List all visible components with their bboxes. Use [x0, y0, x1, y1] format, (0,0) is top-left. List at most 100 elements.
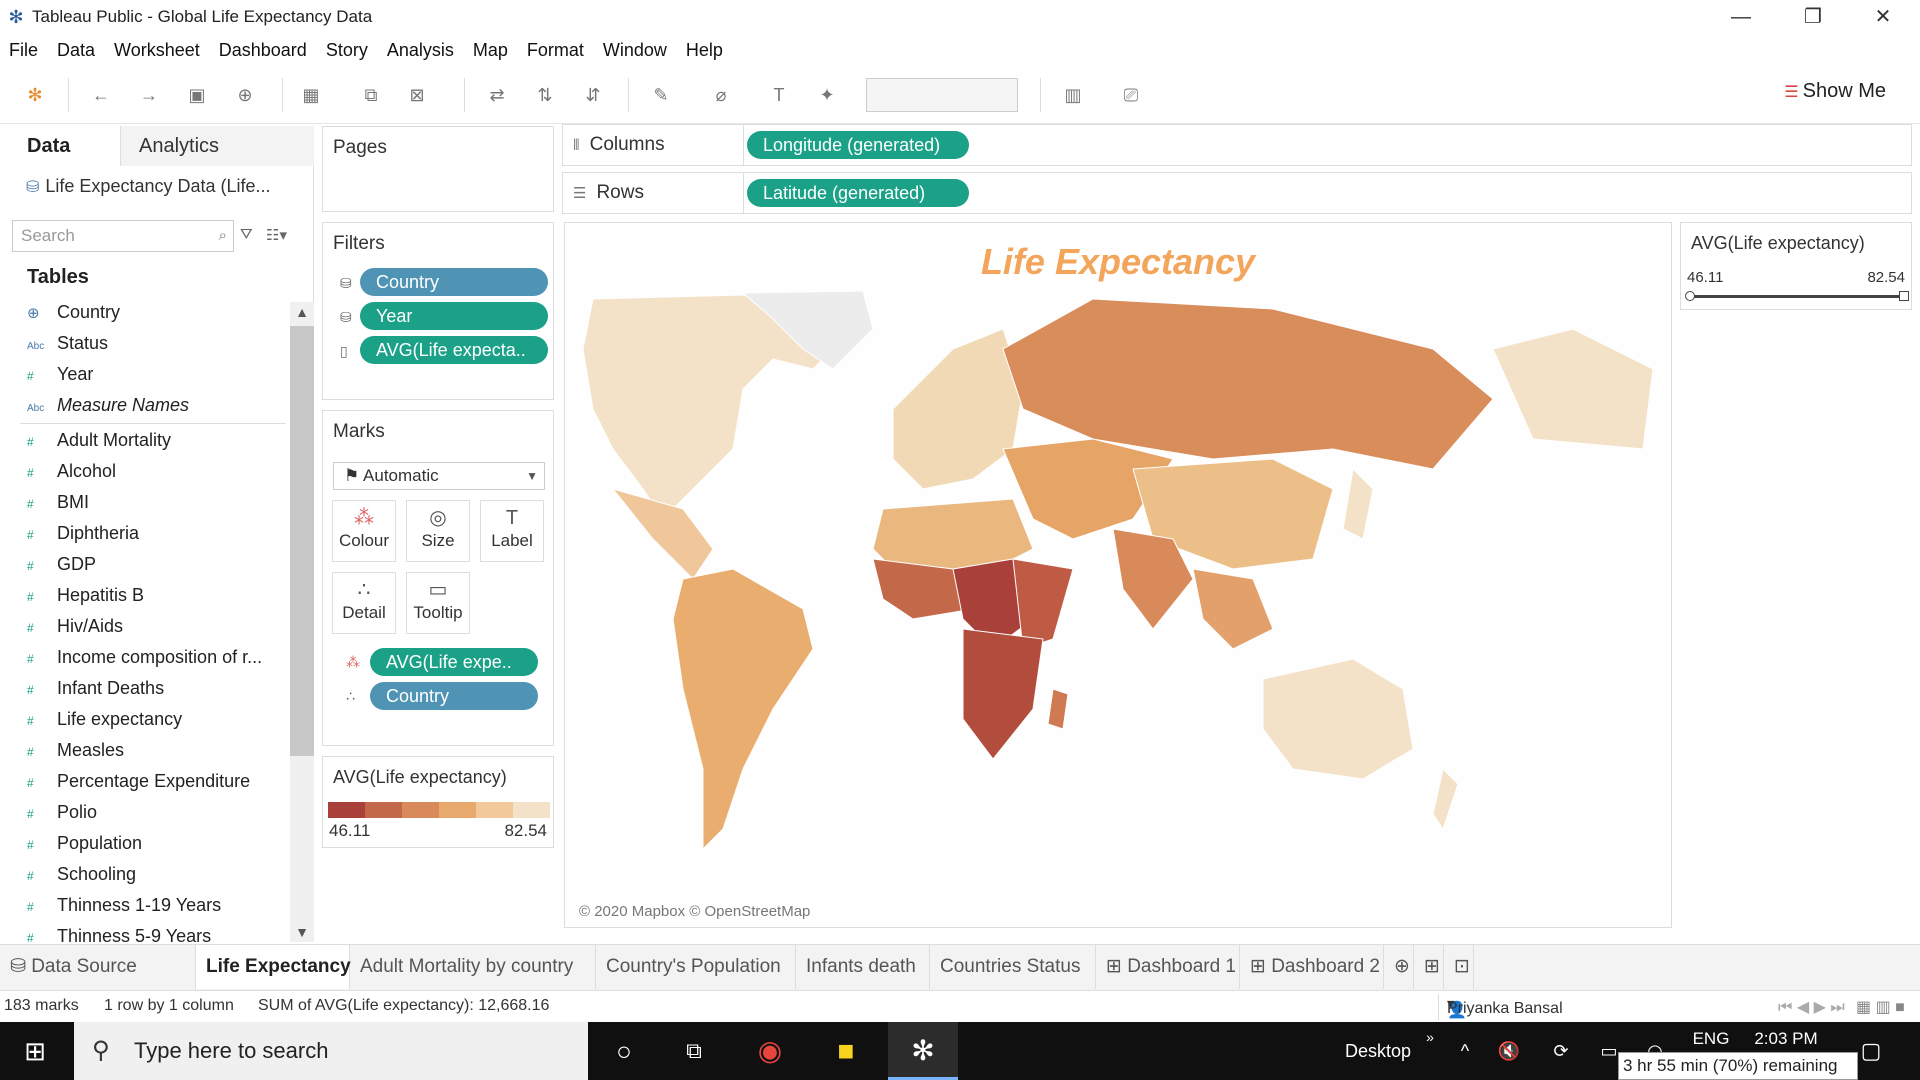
marks-pill-life-expectancy[interactable]: AVG(Life expe..	[370, 648, 538, 676]
filled-map[interactable]	[573, 289, 1663, 899]
tab-dashboard-2[interactable]: ⊞ Dashboard 2	[1240, 945, 1384, 989]
menu-dashboard[interactable]: Dashboard	[210, 40, 317, 61]
field-item[interactable]: # Adult Mortality	[27, 430, 171, 451]
rows-pill-latitude[interactable]: Latitude (generated)	[747, 179, 969, 207]
field-item[interactable]: # Thinness 1-19 Years	[27, 895, 221, 916]
highlight-icon[interactable]: ✎	[648, 82, 674, 108]
datasource-item[interactable]: ⛁ Life Expectancy Data (Life...	[26, 176, 271, 197]
field-item[interactable]: # Infant Deaths	[27, 678, 164, 699]
tab-countrys-population[interactable]: Country's Population	[596, 945, 796, 989]
pages-card[interactable]: Pages	[322, 126, 554, 212]
close-button[interactable]: ✕	[1848, 0, 1918, 34]
field-item[interactable]: Abc Measure Names	[27, 395, 189, 416]
menu-worksheet[interactable]: Worksheet	[105, 40, 210, 61]
map-region-australia[interactable]	[1262, 658, 1414, 780]
user-menu[interactable]: 👤 Priyanka Bansal ▾	[1438, 994, 1614, 1020]
sort-ascending-icon[interactable]: ⇅	[532, 82, 558, 108]
sort-descending-icon[interactable]: ⇵	[580, 82, 606, 108]
menu-story[interactable]: Story	[317, 40, 378, 61]
menu-window[interactable]: Window	[594, 40, 677, 61]
minimize-button[interactable]: —	[1706, 0, 1776, 34]
show-me-button[interactable]: ☰ Show Me	[1784, 80, 1886, 103]
field-item[interactable]: # BMI	[27, 492, 89, 513]
columns-pill-longitude[interactable]: Longitude (generated)	[747, 131, 969, 159]
desktop-expand-icon[interactable]: »	[1420, 1022, 1440, 1080]
columns-shelf[interactable]: ⦀ Columns Longitude (generated)	[562, 124, 1912, 166]
marks-pill-country[interactable]: Country	[370, 682, 538, 710]
fit-icon[interactable]: ▥	[1060, 82, 1086, 108]
tableau-taskbar-icon[interactable]: ✻	[888, 1022, 958, 1080]
map-region-japan[interactable]	[1342, 467, 1374, 540]
field-item[interactable]: # Population	[27, 833, 142, 854]
field-item[interactable]: # Life expectancy	[27, 709, 182, 730]
tab-analytics[interactable]: Analytics	[120, 126, 314, 166]
sticky-notes-icon[interactable]: ■	[818, 1022, 874, 1080]
field-item[interactable]: # Hiv/Aids	[27, 616, 123, 637]
save-icon[interactable]: ▣	[184, 82, 210, 108]
label-button[interactable]: T Label	[480, 500, 544, 562]
range-slider-max-handle[interactable]	[1899, 291, 1909, 301]
menu-data[interactable]: Data	[48, 40, 105, 61]
tableau-home-icon[interactable]: ✻	[22, 82, 48, 108]
tray-chevron-icon[interactable]: ^	[1450, 1022, 1480, 1080]
chrome-icon[interactable]: ◉	[742, 1022, 798, 1080]
view-options-icon[interactable]: ☷▾	[266, 226, 287, 244]
label-icon[interactable]: T	[766, 82, 792, 108]
field-item[interactable]: # Hepatitis B	[27, 585, 144, 606]
size-button[interactable]: ◎ Size	[406, 500, 470, 562]
tooltip-button[interactable]: ▭ Tooltip	[406, 572, 470, 634]
menu-map[interactable]: Map	[464, 40, 518, 61]
sheet-nav-icon[interactable]: ⏮ ◀ ▶ ⏭	[1778, 997, 1845, 1017]
desktop-toolbar[interactable]: Desktop	[1338, 1022, 1418, 1080]
new-story-tab-icon[interactable]: ⊡	[1444, 945, 1474, 989]
task-view-icon[interactable]: ⧉	[666, 1022, 722, 1080]
detail-button[interactable]: ∴ Detail	[332, 572, 396, 634]
map-region-alaska[interactable]	[1492, 328, 1654, 450]
filter-pill-year[interactable]: Year	[360, 302, 548, 330]
filter-pill-country[interactable]: Country	[360, 268, 548, 296]
tab-countries-status[interactable]: Countries Status	[930, 945, 1096, 989]
sync-icon[interactable]: ⟳	[1546, 1022, 1576, 1080]
rows-shelf[interactable]: ☰ Rows Latitude (generated)	[562, 172, 1912, 214]
search-input[interactable]: Search ⌕	[12, 220, 234, 252]
colour-button[interactable]: ⁂ Colour	[332, 500, 396, 562]
clear-sheet-icon[interactable]: ⊠	[404, 82, 430, 108]
taskbar-search-input[interactable]: ⚲ Type here to search	[74, 1022, 588, 1080]
pin-icon[interactable]: ✦	[814, 82, 840, 108]
map-region-south-america[interactable]	[672, 568, 814, 851]
new-worksheet-tab-icon[interactable]: ⊕	[1384, 945, 1414, 989]
map-region-southern-africa[interactable]	[962, 628, 1044, 760]
tab-data-source[interactable]: ⛁ Data Source	[0, 945, 196, 989]
field-item[interactable]: # Measles	[27, 740, 124, 761]
view-mode-icon[interactable]: ▦ ▥ ■	[1856, 997, 1905, 1017]
undo-icon[interactable]: ←	[88, 82, 114, 108]
filter-icon[interactable]: ⛛	[240, 226, 253, 243]
field-item[interactable]: # Schooling	[27, 864, 136, 885]
field-item[interactable]: # Polio	[27, 802, 97, 823]
sheet-title[interactable]: Life Expectancy	[565, 241, 1671, 283]
map-region-southeast-asia[interactable]	[1192, 568, 1274, 650]
scroll-up-icon[interactable]: ▲	[290, 304, 314, 320]
field-item[interactable]: # Alcohol	[27, 461, 116, 482]
scroll-down-icon[interactable]: ▼	[290, 924, 314, 940]
menu-file[interactable]: File	[0, 40, 48, 61]
field-item[interactable]: # Year	[27, 364, 93, 385]
redo-icon[interactable]: →	[136, 82, 162, 108]
swap-icon[interactable]: ⇄	[484, 82, 510, 108]
menu-analysis[interactable]: Analysis	[378, 40, 464, 61]
map-region-east-africa[interactable]	[1012, 558, 1074, 650]
map-region-europe[interactable]	[892, 328, 1024, 490]
tab-life-expectancy[interactable]: Life Expectancy	[196, 945, 351, 989]
field-item[interactable]: # Income composition of r...	[27, 647, 262, 668]
duplicate-sheet-icon[interactable]: ⧉	[358, 82, 384, 108]
world-map-svg[interactable]	[573, 289, 1663, 899]
mark-type-dropdown[interactable]: ⚑ Automatic ▼	[333, 462, 545, 490]
menu-format[interactable]: Format	[518, 40, 594, 61]
field-item[interactable]: # Percentage Expenditure	[27, 771, 250, 792]
tab-infants-death[interactable]: Infants death	[796, 945, 930, 989]
new-worksheet-icon[interactable]: ▦	[298, 82, 324, 108]
tab-adult-mortality[interactable]: Adult Mortality by country	[350, 945, 596, 989]
volume-muted-icon[interactable]: 🔇	[1494, 1022, 1524, 1080]
new-datasource-icon[interactable]: ⊕	[232, 82, 258, 108]
filter-pill-life-expectancy[interactable]: AVG(Life expecta..	[360, 336, 548, 364]
